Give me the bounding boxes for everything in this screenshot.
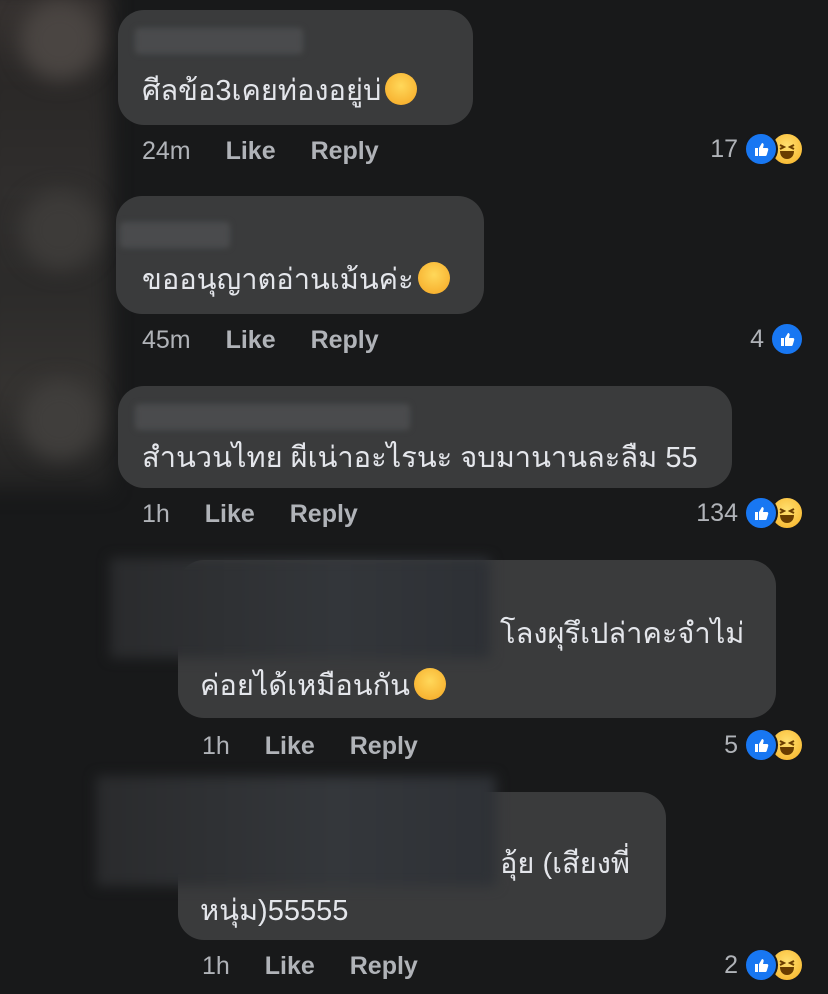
comment-text: ขออนุญาตอ่านเม้นค่ะ [142,262,450,298]
like-reaction-icon [744,496,778,530]
reply-link[interactable]: Reply [350,732,418,760]
like-link[interactable]: Like [265,952,315,980]
comment-time[interactable]: 1h [142,500,170,528]
reply-link[interactable]: Reply [290,500,358,528]
comment-text: สำนวนไทย ผีเน่าอะไรนะ จบมานานละลืม 55 [142,442,698,474]
reply-header-blurred[interactable] [96,776,496,886]
reactions[interactable]: 2 [724,948,804,982]
like-link[interactable]: Like [265,732,315,760]
like-link[interactable]: Like [226,137,276,165]
comment-time[interactable]: 1h [202,732,230,760]
commenter-name-blurred[interactable] [120,222,230,248]
commenter-name-blurred[interactable] [135,404,410,430]
reactions[interactable]: 134 [696,496,804,530]
reply-link[interactable]: Reply [350,952,418,980]
comment-meta: 45m Like Reply [142,325,379,355]
rolling-laughing-emoji [385,73,418,106]
like-link[interactable]: Like [226,326,276,354]
comment-time[interactable]: 45m [142,326,191,354]
avatar[interactable] [20,380,100,460]
reply-link[interactable]: Reply [311,137,379,165]
reply-header-blurred[interactable] [110,558,490,658]
like-link[interactable]: Like [205,500,255,528]
reply-meta: 1h Like Reply [202,951,418,981]
like-reaction-icon [744,948,778,982]
reactions[interactable]: 4 [750,322,804,356]
like-reaction-icon [744,728,778,762]
reply-link[interactable]: Reply [311,326,379,354]
reaction-count: 5 [724,731,738,759]
like-reaction-icon [770,322,804,356]
like-reaction-icon [744,132,778,166]
reaction-count: 2 [724,951,738,979]
avatar[interactable] [20,190,100,270]
comment-meta: 1h Like Reply [142,499,358,529]
commenter-name-blurred[interactable] [135,28,303,54]
comment-time[interactable]: 24m [142,137,191,165]
comment-text: ศีลข้อ3เคยท่องอยู่บ่ [142,73,418,109]
avatar[interactable] [20,0,100,80]
comment-meta: 24m Like Reply [142,136,379,166]
reply-text-line1: โลงผุรึเปล่าคะจำไม่ [500,618,745,650]
reply-text-line2: หนุ่ม)55555 [200,895,349,927]
reply-text-line2: ค่อยได้เหมือนกัน [200,668,446,704]
reactions[interactable]: 5 [724,728,804,762]
reactions[interactable]: 17 [710,132,804,166]
reply-text-line1: อุ้ย (เสียงพี่ [500,848,631,880]
reaction-count: 17 [710,135,738,163]
reaction-count: 4 [750,325,764,353]
reply-meta: 1h Like Reply [202,731,418,761]
comment-time[interactable]: 1h [202,952,230,980]
slight-smile-emoji [414,668,446,701]
grinning-emoji [417,262,450,295]
reaction-count: 134 [696,499,738,527]
